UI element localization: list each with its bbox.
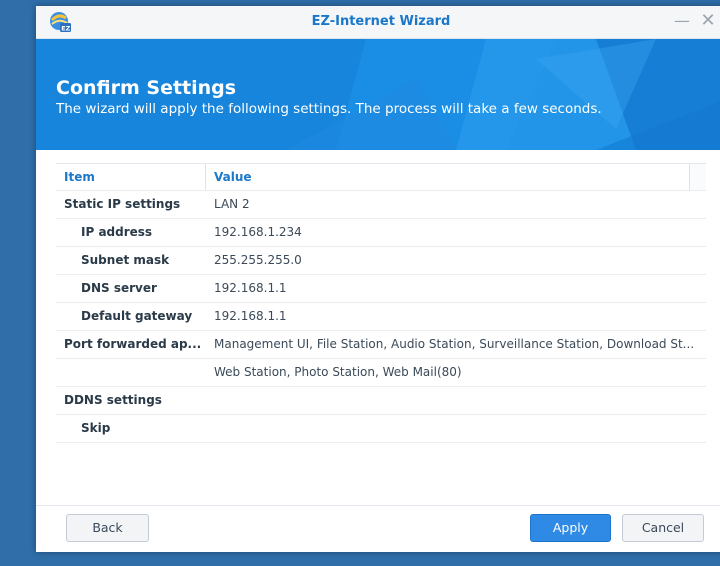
wizard-footer: Back Apply Cancel xyxy=(36,505,720,552)
title-bar: EZ EZ-Internet Wizard — ✕ xyxy=(36,6,720,39)
row-item: Default gateway xyxy=(81,309,193,323)
apply-button[interactable]: Apply xyxy=(530,514,611,542)
table-row: DNS server 192.168.1.1 xyxy=(56,275,706,303)
settings-table: Item Value Static IP settings LAN 2 IP a… xyxy=(56,163,706,443)
row-item: Static IP settings xyxy=(64,197,181,211)
row-item: Subnet mask xyxy=(81,253,170,267)
close-icon[interactable]: ✕ xyxy=(698,11,718,31)
row-item: DNS server xyxy=(81,281,157,295)
page-subtitle: The wizard will apply the following sett… xyxy=(56,101,602,117)
column-divider xyxy=(205,164,206,190)
page-title: Confirm Settings xyxy=(56,77,237,99)
table-row: DDNS settings xyxy=(56,387,706,415)
row-item: DDNS settings xyxy=(64,393,162,407)
row-item: IP address xyxy=(81,225,153,239)
row-item: Skip xyxy=(81,421,111,435)
row-value: 192.168.1.234 xyxy=(214,225,302,239)
table-row: Skip xyxy=(56,415,706,443)
column-header-value[interactable]: Value xyxy=(214,164,706,190)
window-title: EZ-Internet Wizard xyxy=(311,14,451,29)
header-banner: Confirm Settings The wizard will apply t… xyxy=(36,39,720,150)
back-button[interactable]: Back xyxy=(66,514,149,542)
row-value: 192.168.1.1 xyxy=(214,309,287,323)
table-row: Subnet mask 255.255.255.0 xyxy=(56,247,706,275)
row-value: LAN 2 xyxy=(214,197,250,211)
row-value: Web Station, Photo Station, Web Mail(80) xyxy=(214,365,462,379)
row-value: Management UI, File Station, Audio Stati… xyxy=(214,337,695,351)
row-value: 255.255.255.0 xyxy=(214,253,302,267)
table-row: Default gateway 192.168.1.1 xyxy=(56,303,706,331)
wizard-window: EZ EZ-Internet Wizard — ✕ Confirm Settin… xyxy=(36,6,720,552)
minimize-icon[interactable]: — xyxy=(672,11,692,31)
cancel-button[interactable]: Cancel xyxy=(622,514,704,542)
table-row: Static IP settings LAN 2 xyxy=(56,191,706,219)
row-item: Port forwarded ap... xyxy=(64,337,202,351)
table-row: Port forwarded ap... Management UI, File… xyxy=(56,331,706,359)
table-row: IP address 192.168.1.234 xyxy=(56,219,706,247)
row-value: 192.168.1.1 xyxy=(214,281,287,295)
table-row: Web Station, Photo Station, Web Mail(80) xyxy=(56,359,706,387)
table-header: Item Value xyxy=(56,164,706,191)
header-scroll-stub xyxy=(689,164,706,190)
column-header-item[interactable]: Item xyxy=(64,164,202,190)
